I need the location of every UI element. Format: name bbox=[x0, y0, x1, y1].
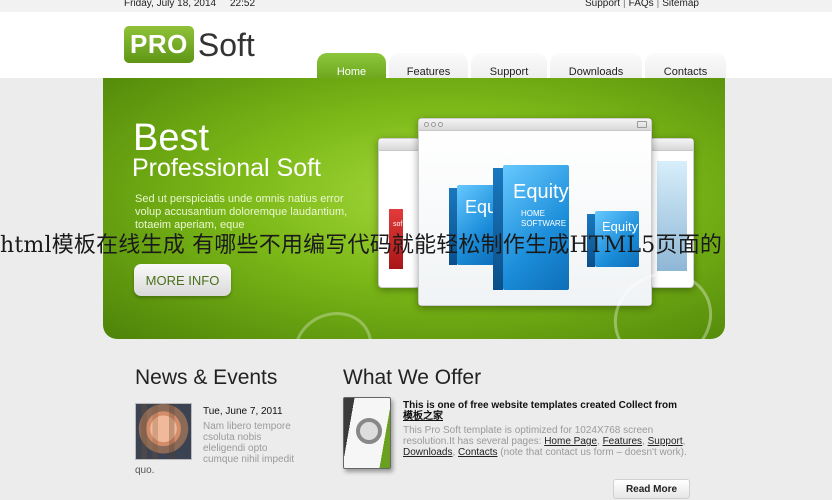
site-logo[interactable]: PRO Soft bbox=[124, 26, 255, 63]
overlay-caption: html模板在线生成 有哪些不用编写代码就能轻松制作生成HTML5页面的 bbox=[0, 233, 723, 258]
offer-link-contacts[interactable]: Contacts bbox=[458, 447, 497, 458]
hero-banner: Best Professional Soft Sed ut perspiciat… bbox=[103, 78, 725, 339]
top-link-faqs[interactable]: FAQs bbox=[629, 0, 654, 9]
offer-text: This Pro Soft template is optimized for … bbox=[403, 425, 687, 458]
disc-icon bbox=[356, 418, 382, 444]
offer-link-support[interactable]: Support bbox=[648, 436, 683, 447]
product-line: HOME SOFTWARE bbox=[521, 209, 567, 228]
window-titlebar bbox=[419, 119, 651, 131]
logo-soft: Soft bbox=[197, 26, 255, 63]
logo-pro: PRO bbox=[124, 26, 194, 63]
window-control-dots bbox=[424, 122, 443, 127]
product-brand: Equity bbox=[513, 181, 569, 203]
banner-title: Best bbox=[133, 117, 210, 159]
offer-section-title: What We Offer bbox=[343, 366, 482, 389]
current-date: Friday, July 18, 2014 bbox=[124, 0, 217, 9]
offer-link-features[interactable]: Features bbox=[603, 436, 642, 447]
site-header: PRO Soft Home Features Support Downloads… bbox=[0, 12, 832, 90]
window-titlebar bbox=[651, 139, 693, 151]
news-section-title: News & Events bbox=[135, 366, 278, 389]
window-titlebar bbox=[379, 139, 419, 151]
window-body: Equity Equity HOME SOFTWARE Equity bbox=[419, 131, 651, 305]
banner-subtitle: Professional Soft bbox=[132, 154, 321, 182]
top-link-separator: | bbox=[623, 0, 626, 9]
top-links: Support | FAQs | Sitemap bbox=[585, 0, 699, 9]
news-text-tail: quo. bbox=[135, 465, 155, 476]
top-link-support[interactable]: Support bbox=[585, 0, 620, 9]
screenshot-window-main: Equity Equity HOME SOFTWARE Equity bbox=[418, 118, 652, 306]
product-box-image bbox=[343, 397, 391, 469]
current-time: 22:52 bbox=[230, 0, 256, 9]
read-more-button[interactable]: Read More bbox=[613, 479, 690, 499]
screenshot-window-left: sof bbox=[378, 138, 420, 288]
news-date: Tue, June 7, 2011 bbox=[203, 406, 283, 417]
more-info-button[interactable]: MORE INFO bbox=[134, 264, 231, 296]
top-link-sitemap[interactable]: Sitemap bbox=[662, 0, 699, 9]
offer-link-home[interactable]: Home Page bbox=[544, 436, 597, 447]
screenshot-window-right bbox=[650, 138, 694, 288]
offer-headline: This is one of free website templates cr… bbox=[403, 400, 677, 422]
window-maximize-icon bbox=[637, 121, 647, 128]
top-link-separator: | bbox=[656, 0, 660, 9]
top-bar: Friday, July 18, 2014 22:52 Support | FA… bbox=[0, 0, 832, 12]
offer-link-downloads[interactable]: Downloads bbox=[403, 447, 452, 458]
news-avatar bbox=[135, 403, 192, 460]
watermark-seal bbox=[281, 299, 385, 339]
news-text: Nam libero tempore csoluta nobis elelige… bbox=[203, 421, 295, 465]
offer-headline-link[interactable]: 模板之家 bbox=[403, 411, 443, 422]
